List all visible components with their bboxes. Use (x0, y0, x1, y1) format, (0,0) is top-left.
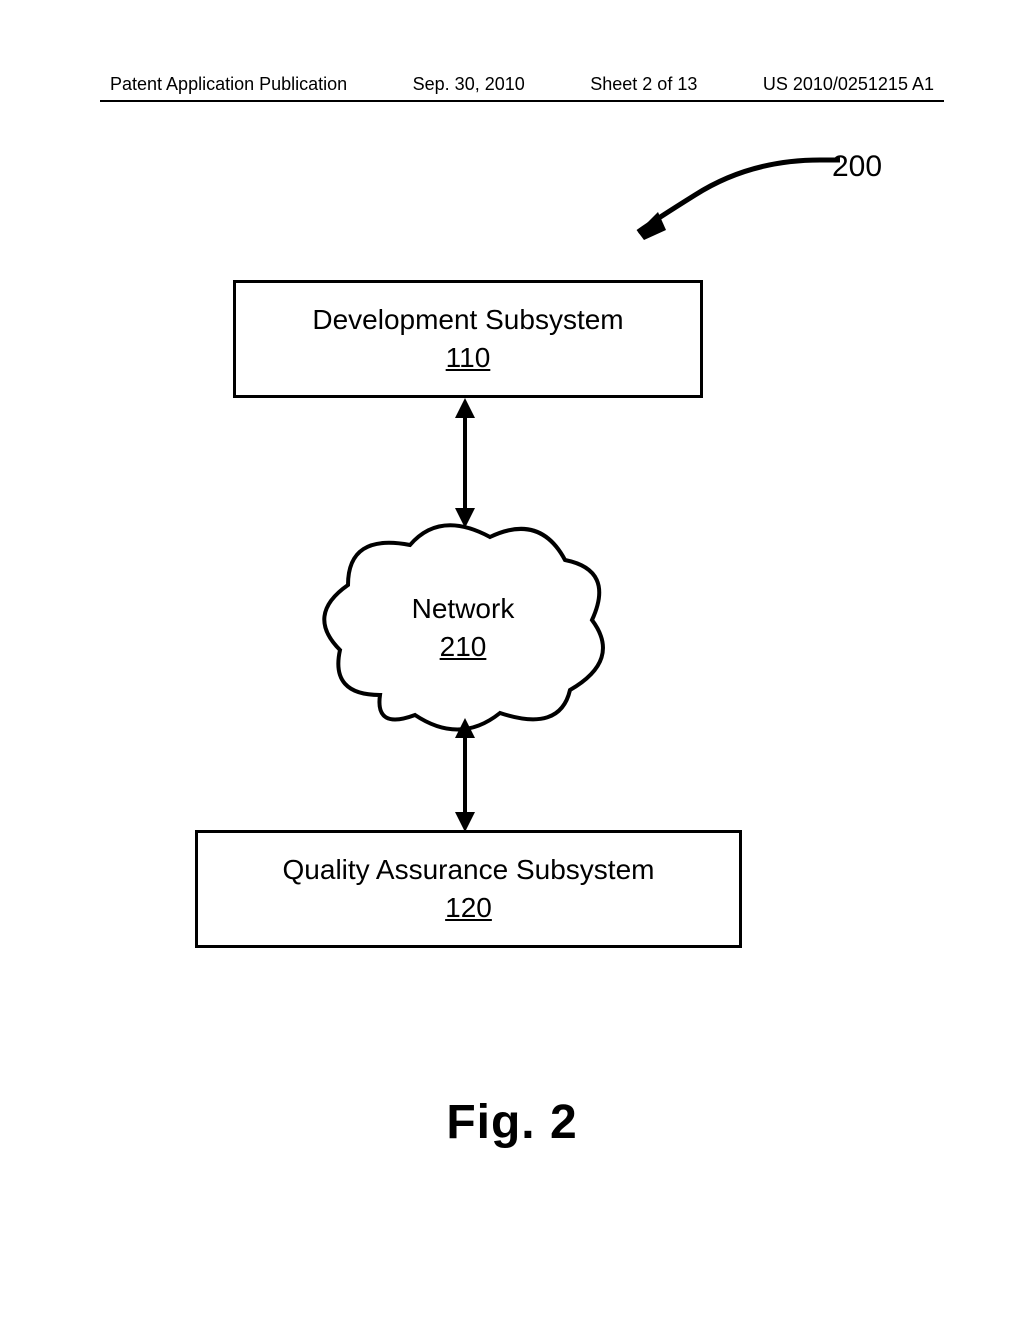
bidirectional-arrow-top-icon (455, 398, 475, 528)
quality-assurance-subsystem-box: Quality Assurance Subsystem 120 (195, 830, 742, 948)
cloud-number: 210 (320, 628, 606, 666)
publication-date: Sep. 30, 2010 (413, 74, 525, 95)
cloud-label: Network (320, 590, 606, 628)
box-number: 110 (446, 339, 491, 377)
development-subsystem-box: Development Subsystem 110 (233, 280, 703, 398)
sheet-number: Sheet 2 of 13 (590, 74, 697, 95)
header-rule (100, 100, 944, 102)
box-label: Development Subsystem (312, 301, 623, 339)
document-number: US 2010/0251215 A1 (763, 74, 934, 95)
bidirectional-arrow-bottom-icon (455, 718, 475, 832)
figure-caption: Fig. 2 (0, 1095, 1024, 1150)
reference-numeral: 200 (832, 150, 882, 184)
cloud-label-group: Network 210 (320, 590, 606, 666)
box-label: Quality Assurance Subsystem (283, 851, 655, 889)
page: Patent Application Publication Sep. 30, … (0, 0, 1024, 1320)
page-header: Patent Application Publication Sep. 30, … (110, 74, 934, 95)
box-number: 120 (445, 889, 492, 927)
publication-type: Patent Application Publication (110, 74, 347, 95)
